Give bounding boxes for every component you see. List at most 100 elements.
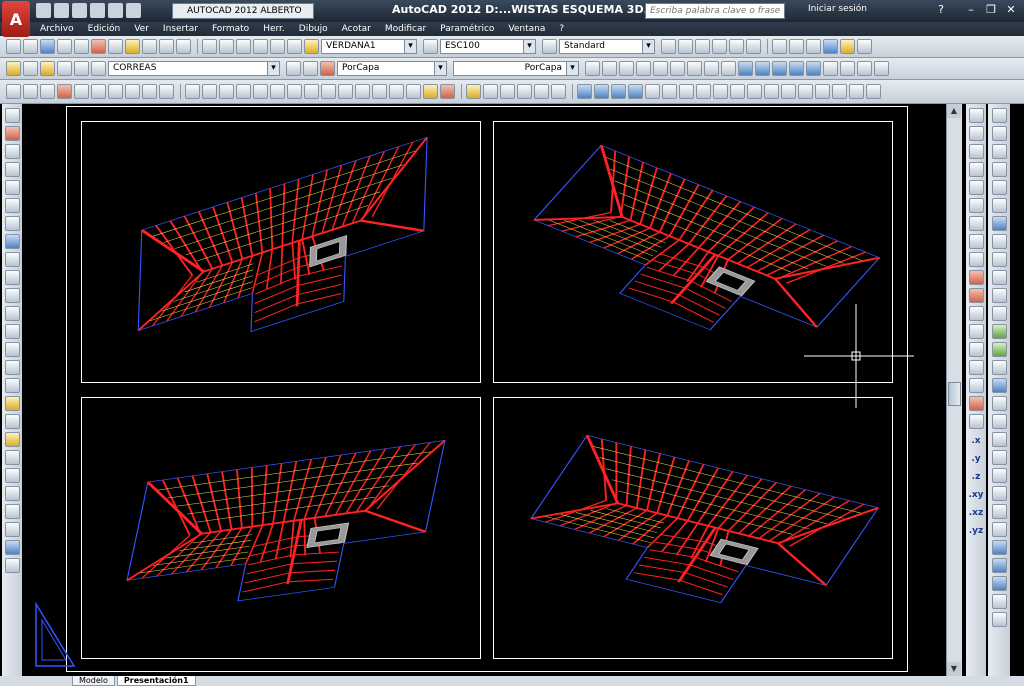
wireframe-icon[interactable] <box>789 39 804 54</box>
viewport-top-left[interactable] <box>81 121 481 383</box>
color-control-icon[interactable] <box>320 61 335 76</box>
point-filter-y[interactable]: .y <box>971 454 980 464</box>
point-icon[interactable] <box>968 342 984 357</box>
hatch-icon[interactable] <box>4 468 20 483</box>
point-filter-x[interactable]: .x <box>971 436 980 446</box>
open-icon[interactable] <box>23 39 38 54</box>
pan-icon[interactable] <box>202 39 217 54</box>
union-icon[interactable] <box>772 61 787 76</box>
zoom-all-icon[interactable] <box>729 39 744 54</box>
refedit-icon[interactable] <box>645 84 660 99</box>
viewport-clip-icon[interactable] <box>611 84 626 99</box>
multiline-text-icon[interactable] <box>991 468 1007 483</box>
break-icon[interactable] <box>4 306 20 321</box>
menu-item-edición[interactable]: Edición <box>88 24 121 34</box>
text-style-combo[interactable]: VERDANA1 <box>321 39 417 54</box>
snap-icon[interactable] <box>6 84 21 99</box>
spell-check-icon[interactable] <box>991 522 1007 537</box>
table-b-icon[interactable] <box>991 414 1007 429</box>
dim-aligned-icon[interactable] <box>202 84 217 99</box>
redo-icon[interactable] <box>126 3 141 18</box>
ucs-icon[interactable] <box>857 61 872 76</box>
block-b-icon[interactable] <box>991 324 1007 339</box>
point-b-icon[interactable] <box>991 342 1007 357</box>
viewport-bottom-right[interactable] <box>493 397 893 659</box>
construction-line-icon[interactable] <box>991 144 1007 159</box>
zoom-icon[interactable] <box>219 39 234 54</box>
layer-change-icon[interactable] <box>517 84 532 99</box>
print-icon[interactable] <box>57 39 72 54</box>
circle-b-icon[interactable] <box>991 252 1007 267</box>
paste-icon[interactable] <box>125 39 140 54</box>
pyramid-icon[interactable] <box>653 61 668 76</box>
menu-item-herr-[interactable]: Herr. <box>263 24 285 34</box>
cylinder-icon[interactable] <box>602 61 617 76</box>
save-icon[interactable] <box>72 3 87 18</box>
layer-on-icon[interactable] <box>40 61 55 76</box>
layer-isolate-icon[interactable] <box>483 84 498 99</box>
open-icon[interactable] <box>54 3 69 18</box>
box-icon[interactable] <box>585 61 600 76</box>
gradient-icon[interactable] <box>4 486 20 501</box>
arc-b-icon[interactable] <box>991 234 1007 249</box>
scroll-down-icon[interactable]: ▼ <box>947 662 961 676</box>
table-style-combo[interactable]: Standard <box>559 39 655 54</box>
layer-combo[interactable]: CORREAS <box>108 61 280 76</box>
ole-icon[interactable] <box>991 594 1007 609</box>
xbind-icon[interactable] <box>696 84 711 99</box>
menu-item-ventana[interactable]: Ventana <box>508 24 545 34</box>
ungroup-icon[interactable] <box>781 84 796 99</box>
recover-icon[interactable] <box>849 84 864 99</box>
purge-icon[interactable] <box>815 84 830 99</box>
hidden-icon[interactable] <box>806 39 821 54</box>
save-icon[interactable] <box>40 39 55 54</box>
erase-icon[interactable] <box>4 108 20 123</box>
scroll-thumb[interactable] <box>948 382 961 406</box>
viewport-scale-icon[interactable] <box>628 84 643 99</box>
offset-icon[interactable] <box>4 162 20 177</box>
drawing-area[interactable] <box>24 104 946 676</box>
tab-model[interactable]: Modelo <box>72 676 115 686</box>
xline-icon[interactable] <box>968 126 984 141</box>
subtract-icon[interactable] <box>789 61 804 76</box>
dim-inspect-icon[interactable] <box>423 84 438 99</box>
text-style-icon[interactable] <box>304 39 319 54</box>
dim-radius-icon[interactable] <box>253 84 268 99</box>
zoom-previous-icon[interactable] <box>695 39 710 54</box>
quick-dim-icon[interactable] <box>321 84 336 99</box>
layer-manager-icon[interactable] <box>6 61 21 76</box>
insert-block-icon[interactable] <box>968 306 984 321</box>
properties-palette-icon[interactable] <box>4 414 20 429</box>
table-icon[interactable] <box>4 522 20 537</box>
paste-special-icon[interactable] <box>991 576 1007 591</box>
donut-icon[interactable] <box>991 216 1007 231</box>
zoom-window-icon[interactable] <box>678 39 693 54</box>
minimize-button[interactable]: – <box>962 3 980 18</box>
menu-item-archivo[interactable]: Archivo <box>40 24 74 34</box>
revolve-icon[interactable] <box>721 61 736 76</box>
region-draw-icon[interactable] <box>968 396 984 411</box>
attribute-icon[interactable] <box>747 84 762 99</box>
boundary-icon[interactable] <box>991 396 1007 411</box>
undo-icon[interactable] <box>159 39 174 54</box>
dim-style-icon[interactable] <box>423 39 438 54</box>
move-icon[interactable] <box>4 198 20 213</box>
audit-icon[interactable] <box>832 84 847 99</box>
zoom-extents-icon[interactable] <box>712 39 727 54</box>
zoom-object-icon[interactable] <box>746 39 761 54</box>
tool-palette-icon[interactable] <box>270 39 285 54</box>
tpy-icon[interactable] <box>159 84 174 99</box>
close-button[interactable]: ✕ <box>1002 3 1020 18</box>
realistic-icon[interactable] <box>823 39 838 54</box>
ellipse-icon[interactable] <box>968 270 984 285</box>
point-filter-z[interactable]: .z <box>972 472 981 482</box>
helix-icon[interactable] <box>991 306 1007 321</box>
viewport-bottom-left[interactable] <box>81 397 481 659</box>
visual-style-icon[interactable] <box>772 39 787 54</box>
point-filter-xy[interactable]: .xy <box>968 490 983 500</box>
cut-icon[interactable] <box>91 39 106 54</box>
gradient-draw-icon[interactable] <box>968 378 984 393</box>
chamfer-icon[interactable] <box>4 342 20 357</box>
text-icon[interactable] <box>4 432 20 447</box>
loft-icon[interactable] <box>755 61 770 76</box>
